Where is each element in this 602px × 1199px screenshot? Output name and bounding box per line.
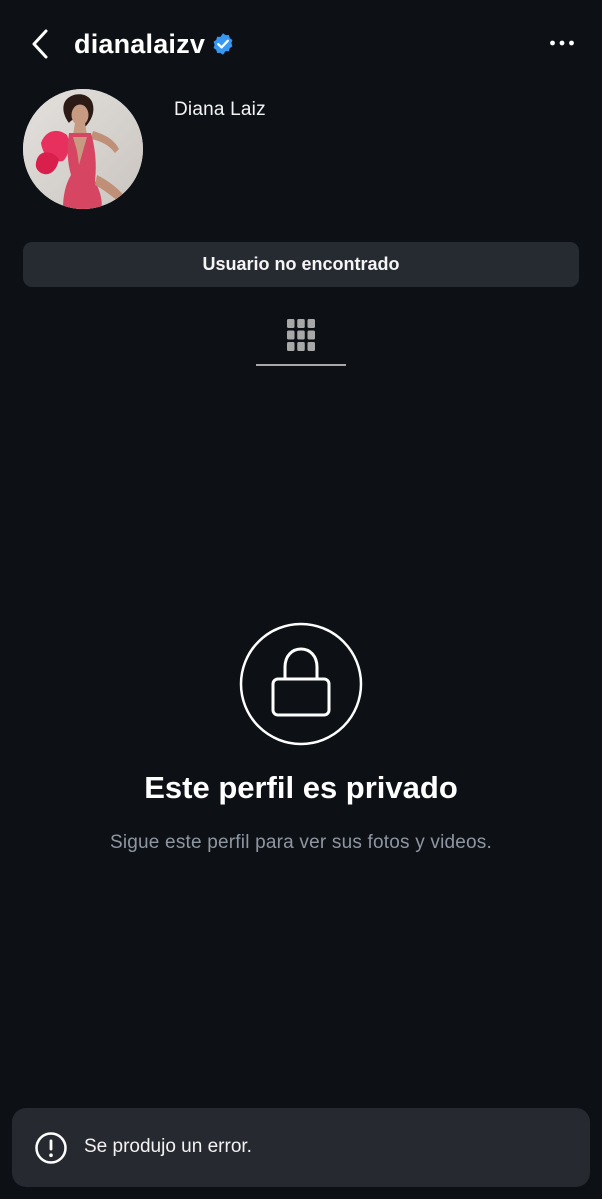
toast-message: Se produjo un error.	[84, 1136, 252, 1157]
tab-posts-grid[interactable]	[256, 312, 346, 366]
error-toast: Se produjo un error.	[12, 1108, 590, 1187]
username: dianalaizv	[74, 28, 206, 59]
username-header: dianalaizv	[74, 26, 235, 62]
alert-circle-icon	[35, 1132, 67, 1164]
private-profile-title: Este perfil es privado	[144, 770, 458, 805]
active-tab-indicator	[256, 364, 346, 366]
more-options-button[interactable]	[548, 30, 576, 56]
more-horizontal-icon	[550, 40, 574, 46]
profile-photo	[23, 89, 143, 209]
private-profile-subtitle: Sigue este perfil para ver sus fotos y v…	[109, 832, 492, 853]
top-bar: dianalaizv	[0, 0, 602, 86]
chevron-left-icon	[32, 29, 48, 59]
profile-full-name: Diana Laiz	[174, 99, 266, 120]
user-not-found-button[interactable]: Usuario no encontrado	[23, 242, 579, 287]
avatar[interactable]	[23, 89, 143, 209]
verified-badge-icon	[211, 32, 235, 56]
lock-icon	[239, 622, 363, 746]
grid-icon	[287, 319, 315, 351]
back-button[interactable]	[22, 24, 58, 64]
